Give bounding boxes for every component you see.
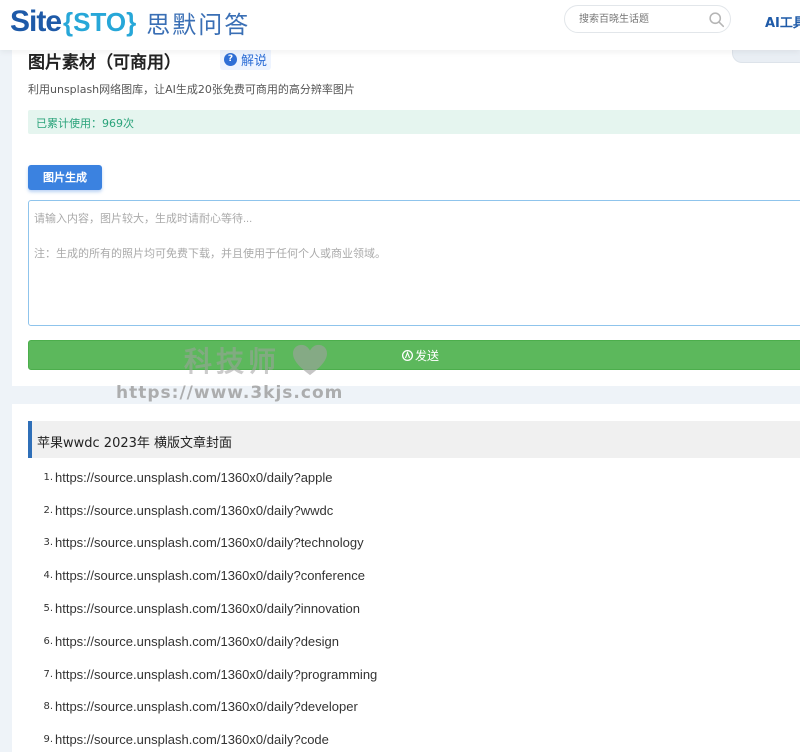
page: Site {STO} 思默问答 AI工具 图片素材（可商用） ? 解说 利用un… (0, 0, 800, 752)
image-url-link[interactable]: https://source.unsplash.com/1360x0/daily… (55, 634, 339, 649)
list-item-number: 2. (43, 504, 53, 516)
image-url-link[interactable]: https://source.unsplash.com/1360x0/daily… (55, 667, 377, 682)
list-item-number: 6. (43, 635, 53, 647)
send-button[interactable]: 发送 (28, 340, 800, 370)
watermark-title: 科技师 (184, 345, 281, 378)
prompt-textarea[interactable]: 注：生成的所有的照片均可免费下载，并且使用于任何个人或商业领域。 (28, 200, 800, 326)
list-item: 6. https://source.unsplash.com/1360x0/da… (40, 625, 377, 658)
watermark-heart-icon (293, 344, 327, 376)
image-url-link[interactable]: https://source.unsplash.com/1360x0/daily… (55, 470, 333, 485)
list-item: 8. https://source.unsplash.com/1360x0/da… (40, 691, 377, 724)
list-item: 9. https://source.unsplash.com/1360x0/da… (40, 723, 377, 752)
result-heading-text: 苹果wwdc 2023年 横版文章封面 (37, 436, 233, 451)
image-url-link[interactable]: https://source.unsplash.com/1360x0/daily… (55, 535, 364, 550)
list-item: 5. https://source.unsplash.com/1360x0/da… (40, 592, 377, 625)
send-label: 发送 (414, 348, 439, 363)
list-item: 1. https://source.unsplash.com/1360x0/da… (40, 461, 377, 494)
image-url-link[interactable]: https://source.unsplash.com/1360x0/daily… (55, 601, 360, 616)
results-card: 苹果wwdc 2023年 横版文章封面 1. https://source.un… (12, 404, 800, 752)
help-explain-button[interactable]: ? 解说 (220, 48, 272, 70)
search-box[interactable] (564, 5, 731, 33)
prompt-note: 注：生成的所有的照片均可免费下载，并且使用于任何个人或商业领域。 (34, 247, 386, 260)
result-heading: 苹果wwdc 2023年 横版文章封面 (28, 421, 800, 458)
list-item: 3. https://source.unsplash.com/1360x0/da… (40, 527, 377, 560)
top-header: Site {STO} 思默问答 AI工具 (0, 0, 800, 50)
image-url-link[interactable]: https://source.unsplash.com/1360x0/daily… (55, 699, 358, 714)
question-icon: ? (224, 52, 237, 66)
list-item-number: 7. (43, 668, 53, 680)
image-url-list: 1. https://source.unsplash.com/1360x0/da… (40, 461, 377, 752)
logo-site-text: Site (10, 5, 62, 38)
tool-card: 图片素材（可商用） ? 解说 利用unsplash网络图库，让AI生成20张免费… (12, 42, 800, 386)
usage-count: 已累计使用：969次 (36, 117, 134, 130)
tool-description: 利用unsplash网络图库，让AI生成20张免费可商用的高分辨率图片 (28, 83, 355, 96)
list-item-number: 5. (43, 603, 53, 615)
list-item: 2. https://source.unsplash.com/1360x0/da… (40, 494, 377, 527)
search-icon[interactable] (708, 11, 725, 28)
image-url-link[interactable]: https://source.unsplash.com/1360x0/daily… (55, 503, 333, 518)
search-input[interactable] (579, 10, 699, 28)
tab-image-generate[interactable]: 图片生成 (28, 165, 102, 190)
usage-counter-bar: 已累计使用：969次 (28, 110, 800, 134)
nav-ai-tools[interactable]: AI工具 (765, 12, 800, 31)
list-item-number: 4. (43, 570, 53, 582)
site-logo[interactable]: Site {STO} 思默问答 (10, 2, 250, 42)
prompt-input[interactable] (34, 207, 794, 231)
list-item-number: 3. (43, 537, 53, 549)
send-icon (401, 349, 414, 361)
image-url-link[interactable]: https://source.unsplash.com/1360x0/daily… (55, 568, 365, 583)
image-url-link[interactable]: https://source.unsplash.com/1360x0/daily… (55, 732, 329, 747)
list-item: 7. https://source.unsplash.com/1360x0/da… (40, 658, 377, 691)
logo-chinese-name: 思默问答 (146, 10, 251, 39)
logo-sto-text: {STO} (63, 6, 137, 37)
watermark-url: https://www.3kjs.com (116, 383, 344, 403)
list-item-number: 1. (43, 471, 53, 483)
list-item-number: 8. (43, 701, 53, 713)
list-item: 4. https://source.unsplash.com/1360x0/da… (40, 559, 377, 592)
page-title: 图片素材（可商用） (28, 53, 181, 73)
help-label: 解说 (241, 53, 268, 69)
list-item-number: 9. (43, 734, 53, 746)
